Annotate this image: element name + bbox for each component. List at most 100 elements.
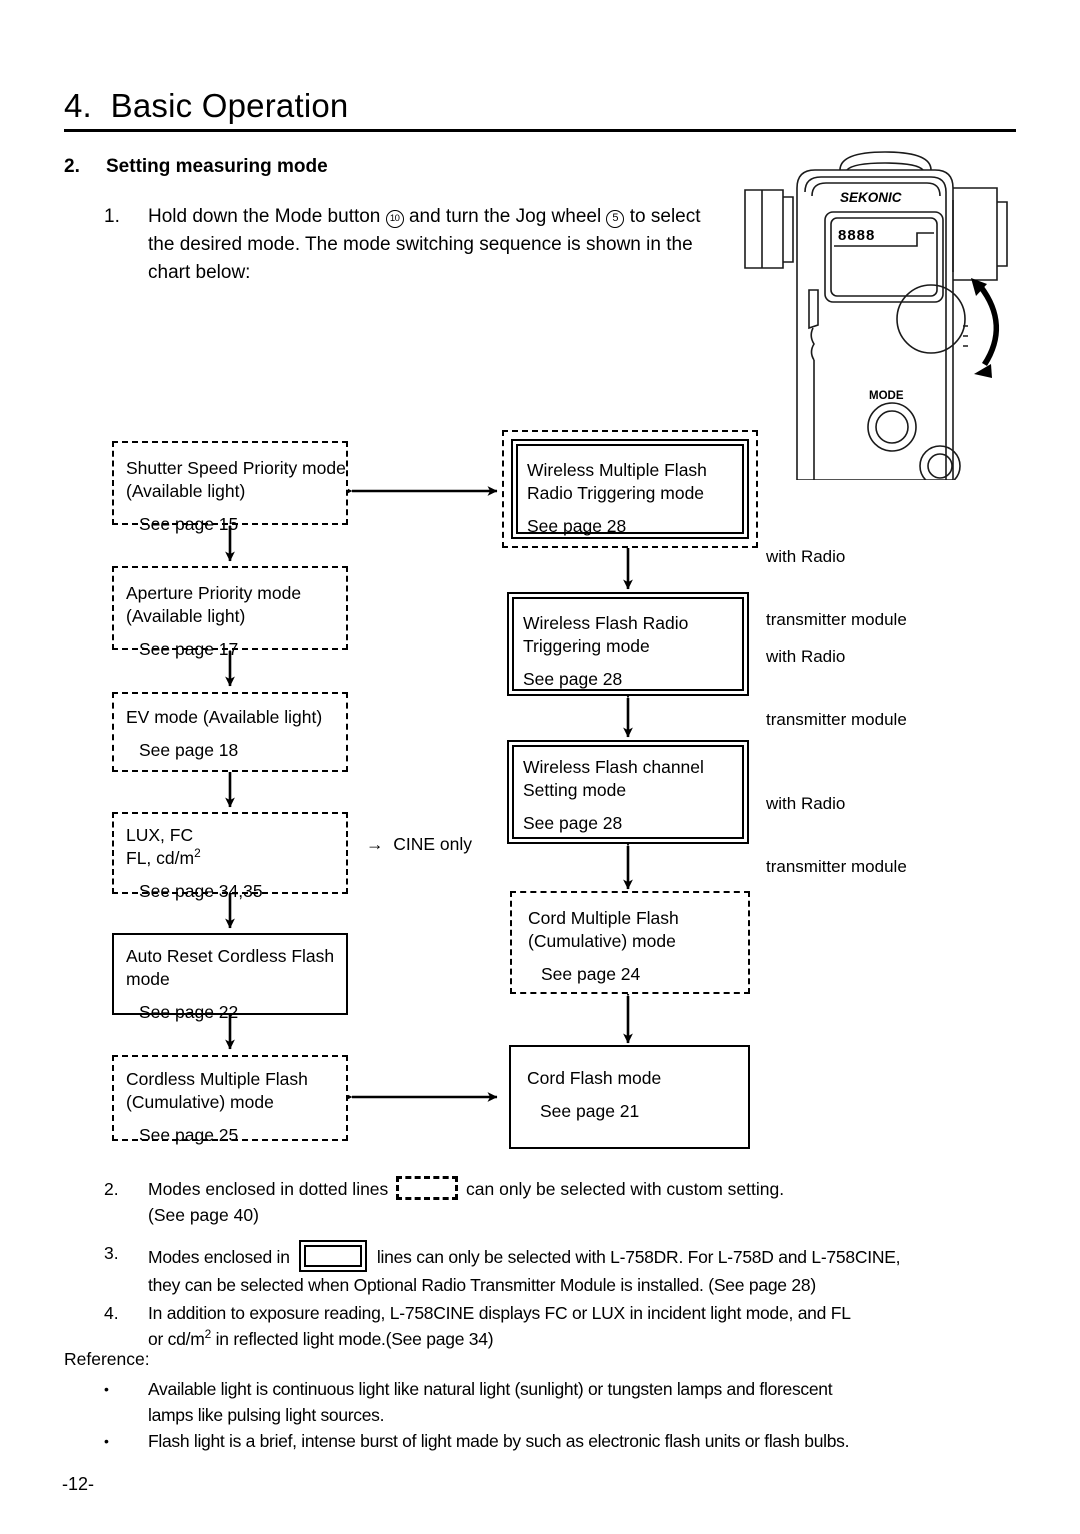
step-1: 1. Hold down the Mode button 10 and turn… [104, 203, 724, 287]
sekonic-light-meter-illustration: SEKONIC 8888 MODE [735, 150, 1035, 487]
flow-node-wireless-flash-radio-triggering[interactable]: Wireless Flash Radio Triggering mode See… [507, 592, 749, 696]
cine-only-note: → CINE only [366, 834, 472, 854]
node-line-1: Wireless Multiple Flash [527, 460, 707, 480]
section-number: 2. [64, 156, 80, 177]
flow-node-shutter-speed-priority[interactable]: Shutter Speed Priority mode (Available l… [112, 441, 348, 534]
header-divider [64, 129, 1016, 132]
node-page-ref: See page 18 [139, 740, 239, 760]
node-line-1: Cordless Multiple Flash [126, 1069, 308, 1089]
mode-button-marker-icon: 10 [385, 210, 404, 228]
svg-text:8888: 8888 [838, 227, 875, 244]
dotted-box-sample-icon [396, 1176, 459, 1200]
manual-page: 4. Basic Operation 2. Setting measuring m… [0, 0, 1080, 1534]
reference-item-1-body: Available light is continuous light like… [148, 1376, 1034, 1428]
note-4-number: 4. [104, 1303, 119, 1323]
double-line-box-sample-icon [299, 1240, 368, 1272]
side-note-radio-module-1: with Radio transmitter module [766, 504, 907, 672]
flow-node-wireless-flash-channel-setting[interactable]: Wireless Flash channel Setting mode See … [507, 740, 749, 844]
flow-node-cord-multiple-flash[interactable]: Cord Multiple Flash (Cumulative) mode Se… [510, 891, 750, 994]
page-title: 4. Basic Operation [64, 86, 1016, 126]
flow-node-aperture-priority[interactable]: Aperture Priority mode (Available light)… [112, 566, 348, 659]
note-3-text-before: Modes enclosed in [148, 1247, 295, 1267]
node-page-ref: See page 15 [139, 514, 239, 534]
node-line-2: Setting mode [523, 780, 627, 800]
node-page-ref: See page 22 [139, 1002, 239, 1022]
flow-node-ev-mode[interactable]: EV mode (Available light) See page 18 [112, 692, 348, 772]
node-line-1: Cord Flash mode [527, 1068, 662, 1088]
step-1-body: Hold down the Mode button 10 and turn th… [148, 203, 724, 287]
node-line-2: (Cumulative) mode [126, 1092, 274, 1112]
node-line-2: Triggering mode [523, 636, 650, 656]
node-page-ref: See page 28 [523, 669, 623, 689]
side-note-line-1: with Radio [766, 794, 846, 813]
node-page-ref: See page 21 [540, 1101, 640, 1121]
side-note-radio-module-3: with Radio transmitter module [766, 751, 907, 919]
step-1-number: 1. [104, 206, 120, 227]
node-page-ref: See page 25 [139, 1125, 239, 1145]
step-1-text-a: Hold down the Mode button [148, 206, 386, 227]
flow-node-cordless-multiple-flash[interactable]: Cordless Multiple Flash (Cumulative) mod… [112, 1055, 348, 1145]
flow-node-wireless-multiple-flash-radio-wrapper [502, 430, 758, 548]
reference-item-1-line-2: lamps like pulsing light sources. [148, 1405, 385, 1425]
flow-node-cord-flash-mode[interactable]: Cord Flash mode See page 21 [509, 1045, 750, 1149]
node-line-1: LUX, FC [126, 825, 194, 845]
chapter-header: 4. Basic Operation [64, 86, 1016, 132]
node-page-ref: See page 28 [527, 516, 627, 536]
device-mode-label: MODE [869, 390, 904, 402]
side-note-line-2: transmitter module [766, 857, 907, 876]
chapter-number: 4. [64, 87, 92, 124]
section-heading: 2. Setting measuring mode [64, 155, 764, 179]
reference-item-2-body: Flash light is a brief, intense burst of… [148, 1428, 1034, 1454]
node-line-2: (Available light) [126, 481, 246, 501]
note-2-number: 2. [104, 1179, 119, 1199]
reference-item-2: • Flash light is a brief, intense burst … [104, 1428, 1034, 1454]
double-border-inner [512, 745, 744, 839]
device-brand-label: SEKONIC [840, 190, 902, 205]
reference-items: • Available light is continuous light li… [64, 1376, 1034, 1454]
reference-label: Reference: [64, 1349, 150, 1369]
node-line-2: Radio Triggering mode [527, 483, 705, 503]
jog-wheel-marker-icon: 5 [606, 210, 625, 228]
note-3-body: Modes enclosed in lines can only be sele… [148, 1240, 1034, 1298]
rotate-arrow-icon [971, 278, 1000, 378]
side-note-radio-module-2: with Radio transmitter module [766, 604, 907, 772]
side-note-line-2: transmitter module [766, 610, 907, 629]
node-line-2: (Cumulative) mode [528, 931, 676, 951]
node-line-1: Cord Multiple Flash [528, 908, 679, 928]
note-2-line-2: (See page 40) [148, 1205, 259, 1225]
bullet-icon: • [104, 1433, 109, 1449]
reference-item-1-line-1: Available light is continuous light like… [148, 1379, 833, 1399]
reference-item-1: • Available light is continuous light li… [104, 1376, 1034, 1428]
flow-node-wireless-multiple-flash-radio[interactable]: Wireless Multiple Flash Radio Triggering… [511, 439, 749, 539]
note-2-text-before: Modes enclosed in dotted lines [148, 1179, 394, 1199]
node-page-ref: See page 24 [541, 964, 641, 984]
note-4: 4. In addition to exposure reading, L-75… [104, 1300, 1034, 1352]
note-4-line-1: In addition to exposure reading, L-758CI… [148, 1303, 851, 1323]
node-line-1: Auto Reset Cordless Flash [126, 946, 335, 966]
note-2: 2. Modes enclosed in dotted lines can on… [104, 1176, 1034, 1228]
node-line-1: EV mode (Available light) [126, 707, 323, 727]
node-line-1: Aperture Priority mode [126, 583, 302, 603]
bullet-icon: • [104, 1381, 109, 1397]
note-4-body: In addition to exposure reading, L-758CI… [148, 1300, 1034, 1352]
side-note-line-2: transmitter module [766, 710, 907, 729]
note-3-number: 3. [104, 1243, 119, 1263]
node-line-1: Wireless Flash Radio [523, 613, 689, 633]
note-3-text-after: lines can only be selected with L-758DR.… [372, 1247, 901, 1267]
node-line-2: mode [126, 969, 170, 989]
node-line-2: FL, cd/m2 [126, 846, 201, 868]
note-2-body: Modes enclosed in dotted lines can only … [148, 1176, 1034, 1228]
note-3: 3. Modes enclosed in lines can only be s… [104, 1240, 1034, 1298]
double-border-inner [512, 597, 744, 691]
node-page-ref: See page 34,35 [139, 881, 263, 901]
node-line-1: Shutter Speed Priority mode [126, 458, 346, 478]
side-note-line-1: with Radio [766, 547, 846, 566]
node-line-1: Wireless Flash channel [523, 757, 704, 777]
section-title: Setting measuring mode [106, 156, 328, 177]
node-line-2: (Available light) [126, 606, 246, 626]
flow-node-auto-reset-cordless-flash[interactable]: Auto Reset Cordless Flash mode See page … [112, 933, 348, 1022]
node-page-ref: See page 28 [523, 813, 623, 833]
notes-list: 2. Modes enclosed in dotted lines can on… [104, 1176, 1034, 1352]
flow-node-lux-fc[interactable]: LUX, FC FL, cd/m2 See page 34,35 [112, 812, 348, 901]
note-3-line-2: they can be selected when Optional Radio… [148, 1275, 816, 1295]
